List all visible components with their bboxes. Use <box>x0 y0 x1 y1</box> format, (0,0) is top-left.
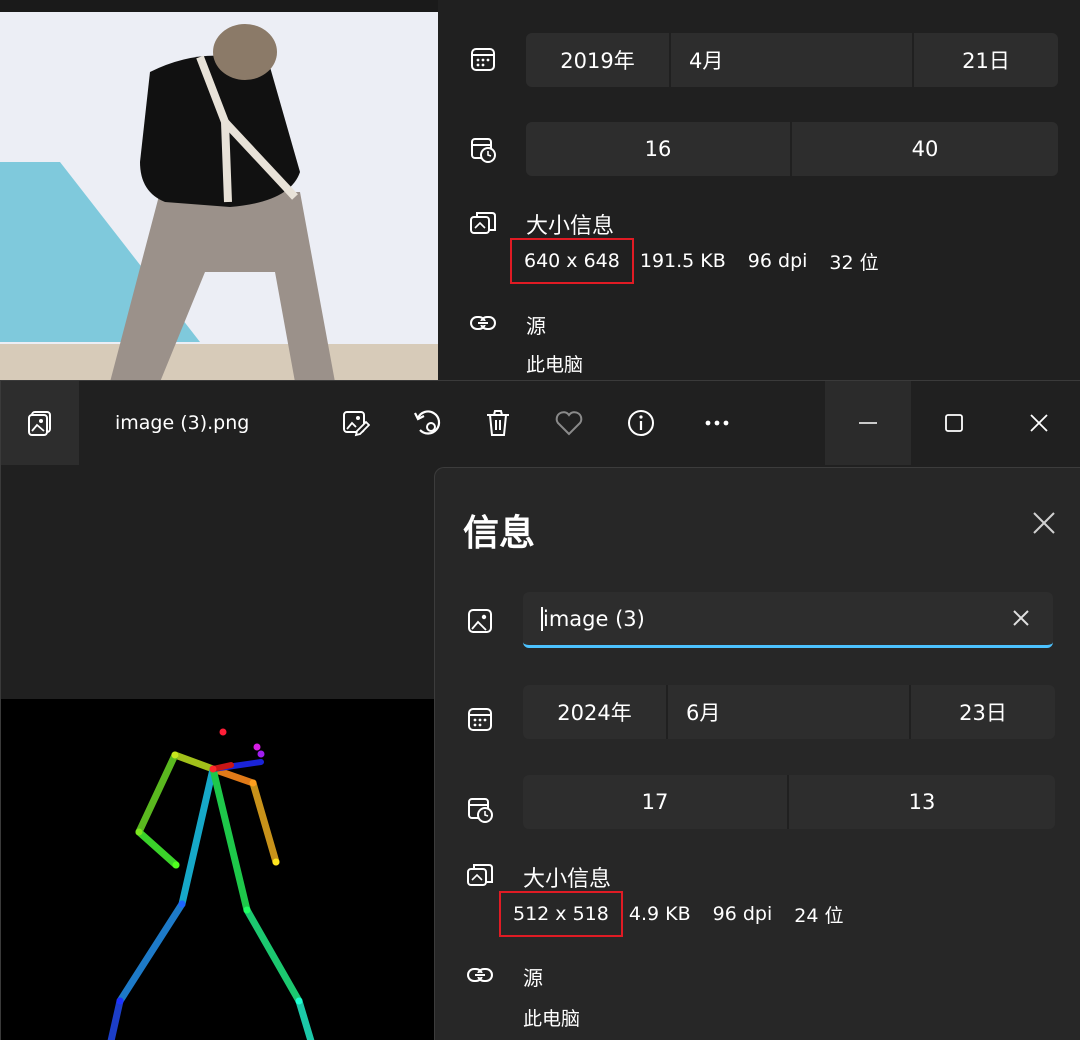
minimize-button[interactable] <box>825 381 911 465</box>
calendar-icon <box>465 704 495 734</box>
dimensions-highlighted: 640 x 648 <box>510 238 634 284</box>
day-field[interactable]: 21日 <box>914 33 1058 87</box>
year-field[interactable]: 2019年 <box>526 33 671 87</box>
size-section-title: 大小信息 <box>523 867 612 892</box>
source-title: 源 <box>523 966 543 990</box>
image-size-icon <box>465 860 495 890</box>
file-size: 191.5 KB <box>639 250 726 272</box>
image-name-input[interactable]: image (3) <box>523 592 1053 648</box>
back-photos-window: 2019年 4月 21日 16 40 大小信息 640 x 648 191.5 … <box>0 0 1080 382</box>
bit-depth: 24 位 <box>794 904 844 927</box>
clear-input-icon[interactable] <box>1009 606 1033 630</box>
info-button[interactable] <box>617 381 665 465</box>
pose-skeleton-drawing <box>107 728 315 1040</box>
hour-field[interactable]: 17 <box>523 775 789 829</box>
dpi-value: 96 dpi <box>747 250 808 272</box>
minute-field[interactable]: 40 <box>792 122 1058 176</box>
back-time-picker[interactable]: 16 40 <box>526 122 1058 176</box>
minimize-icon <box>859 422 877 424</box>
dpi-value: 96 dpi <box>712 903 773 925</box>
image-size-icon <box>468 208 498 238</box>
back-date-picker[interactable]: 2019年 4月 21日 <box>526 33 1058 87</box>
source-title: 源 <box>526 314 546 338</box>
link-icon <box>468 308 498 338</box>
calendar-clock-icon <box>468 134 498 164</box>
source-value: 此电脑 <box>526 354 584 376</box>
edit-image-button[interactable] <box>331 381 379 465</box>
info-panel: 信息 image (3) 2024年 6月 23日 17 13 大小信息 512… <box>434 467 1080 1040</box>
more-icon <box>705 420 729 426</box>
close-icon <box>1030 414 1048 432</box>
front-photos-window: image (3).png 信息 image (3) 2024年 6月 23日 … <box>0 380 1080 1040</box>
dimensions-highlighted: 512 x 518 <box>499 891 623 937</box>
time-picker[interactable]: 17 13 <box>523 775 1055 829</box>
rotate-button[interactable] <box>403 381 451 465</box>
file-name-label: image (3).png <box>115 412 250 434</box>
file-size: 4.9 KB <box>628 903 691 925</box>
size-stats: 640 x 648 191.5 KB 96 dpi 32 位 <box>510 238 879 284</box>
delete-icon <box>487 410 509 436</box>
date-picker[interactable]: 2024年 6月 23日 <box>523 685 1055 739</box>
day-field[interactable]: 23日 <box>911 685 1055 739</box>
minute-field[interactable]: 13 <box>789 775 1055 829</box>
dancer-photo-illustration <box>0 12 438 382</box>
image-name-icon <box>465 606 495 636</box>
size-section-title: 大小信息 <box>526 214 615 239</box>
image-canvas <box>1 465 435 1040</box>
month-field[interactable]: 4月 <box>671 33 914 87</box>
calendar-icon <box>468 44 498 74</box>
window-toolbar: image (3).png <box>1 381 1080 465</box>
back-info-panel: 2019年 4月 21日 16 40 大小信息 640 x 648 191.5 … <box>438 0 1080 382</box>
pose-skeleton-image <box>1 699 435 1040</box>
source-value: 此电脑 <box>523 1008 581 1030</box>
size-stats: 512 x 518 4.9 KB 96 dpi 24 位 <box>499 891 843 937</box>
delete-button[interactable] <box>474 381 522 465</box>
more-button[interactable] <box>693 381 741 465</box>
dancer-photo <box>0 12 438 382</box>
favorite-button[interactable] <box>545 381 593 465</box>
favorite-heart-icon <box>555 411 583 436</box>
info-panel-title: 信息 <box>463 513 536 554</box>
bit-depth: 32 位 <box>829 251 879 274</box>
close-info-panel-icon[interactable] <box>1029 508 1059 538</box>
link-icon <box>465 960 495 990</box>
maximize-icon <box>945 414 963 432</box>
info-icon <box>628 410 654 436</box>
close-window-button[interactable] <box>997 381 1080 465</box>
photo-app-icon <box>28 411 51 436</box>
maximize-button[interactable] <box>911 381 997 465</box>
year-field[interactable]: 2024年 <box>523 685 668 739</box>
month-field[interactable]: 6月 <box>668 685 911 739</box>
rotate-icon <box>414 410 441 435</box>
edit-image-icon <box>343 411 370 437</box>
image-name-value[interactable]: image (3) <box>541 606 645 631</box>
hour-field[interactable]: 16 <box>526 122 792 176</box>
photo-app-button[interactable] <box>1 381 79 465</box>
calendar-clock-icon <box>465 794 495 824</box>
